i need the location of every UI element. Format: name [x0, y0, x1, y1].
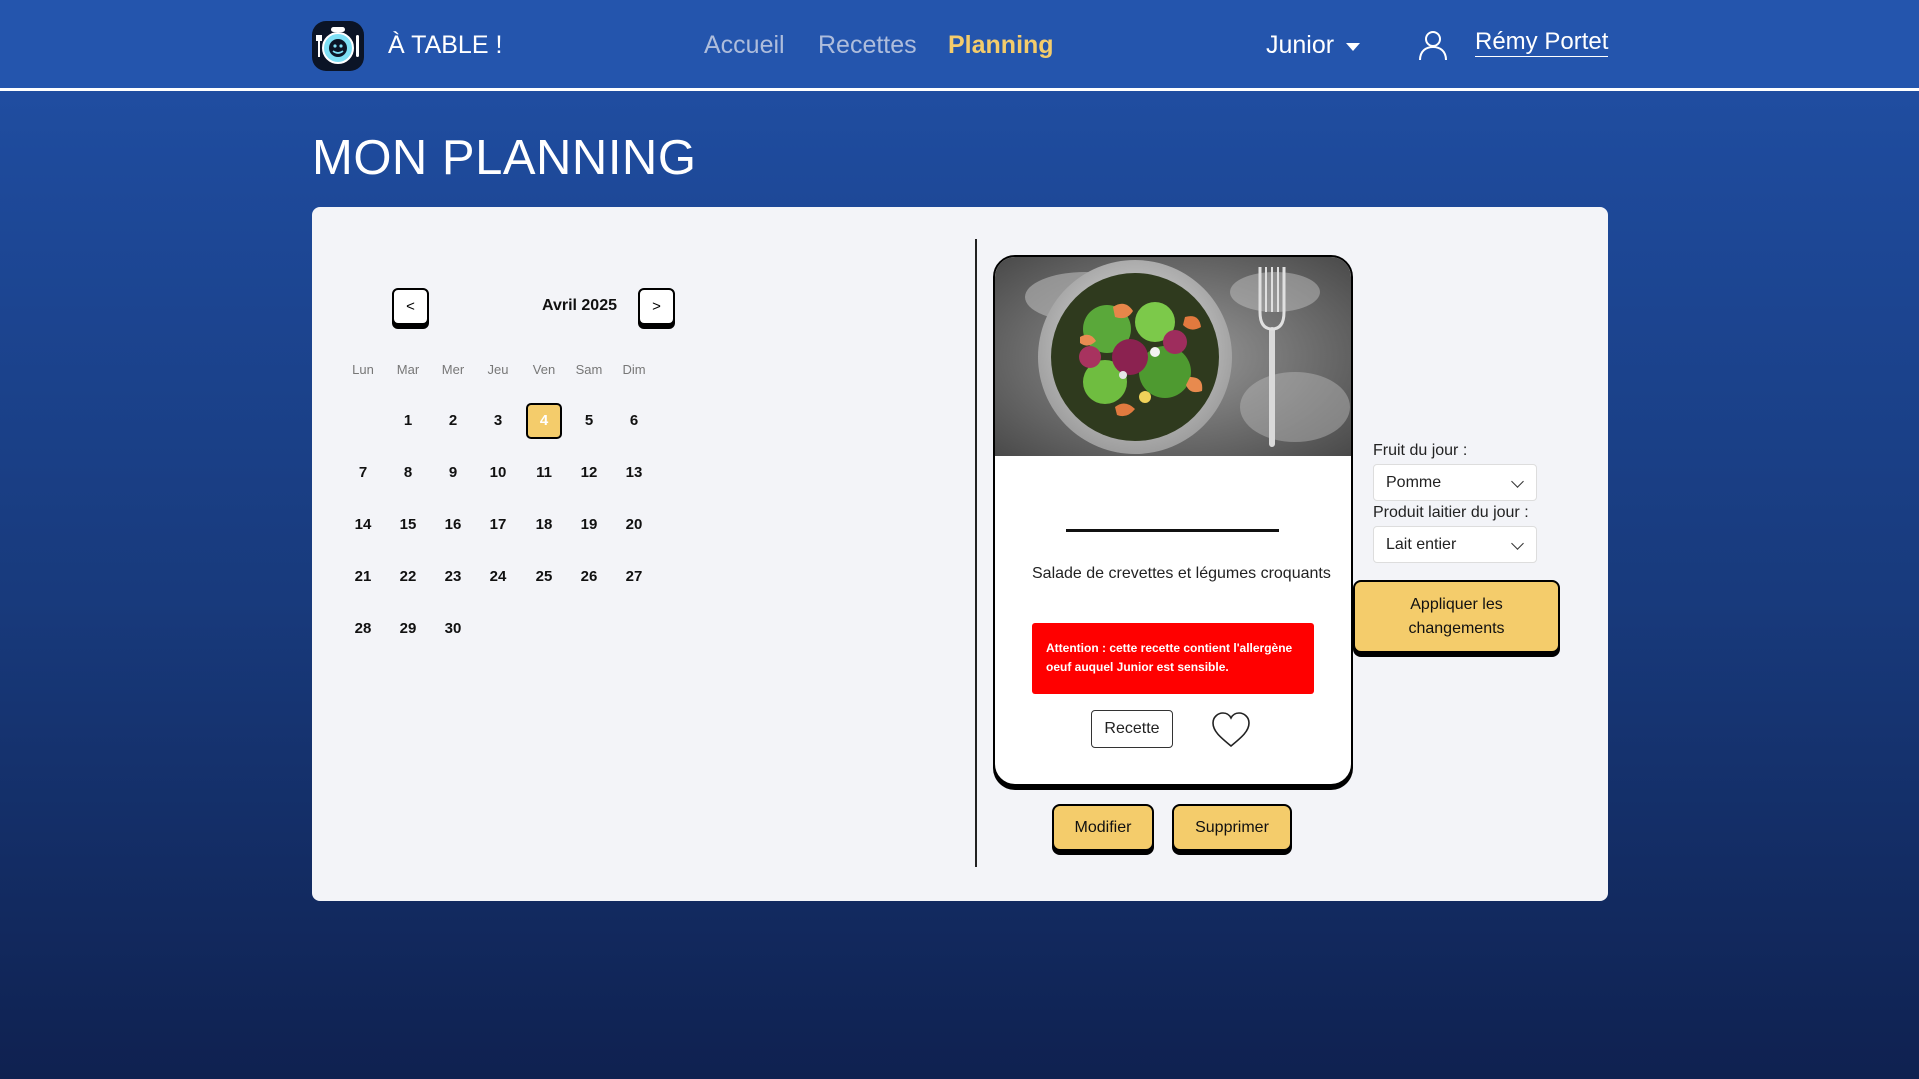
plate-logo-icon: [316, 27, 359, 64]
calendar-day[interactable]: 29: [390, 611, 426, 647]
modify-button[interactable]: Modifier: [1052, 804, 1154, 851]
weekday-label: Dim: [622, 362, 646, 377]
page-title: MON PLANNING: [312, 131, 697, 185]
prev-month-button[interactable]: <: [392, 288, 429, 325]
profile-name: Junior: [1266, 31, 1335, 59]
weekday-label: Ven: [532, 362, 556, 377]
calendar-day[interactable]: 14: [345, 507, 381, 543]
heart-icon[interactable]: [1210, 711, 1252, 749]
weekday-label: Jeu: [487, 362, 509, 377]
brand-name[interactable]: À TABLE !: [388, 31, 502, 60]
calendar-day[interactable]: 13: [616, 455, 652, 491]
app-logo[interactable]: [312, 21, 364, 71]
navbar: À TABLE ! Accueil Recettes Planning Juni…: [0, 0, 1919, 91]
nav-accueil[interactable]: Accueil: [704, 31, 785, 60]
recipe-image: [995, 257, 1351, 456]
calendar-day[interactable]: 26: [571, 559, 607, 595]
calendar-day[interactable]: 11: [526, 455, 562, 491]
calendar-day[interactable]: 15: [390, 507, 426, 543]
user-icon[interactable]: [1417, 29, 1449, 61]
fruit-label: Fruit du jour :: [1373, 442, 1468, 459]
weekday-label: Mer: [441, 362, 465, 377]
dairy-select-value: Lait entier: [1386, 536, 1457, 553]
delete-button[interactable]: Supprimer: [1172, 804, 1292, 851]
calendar-day[interactable]: 5: [571, 403, 607, 439]
chevron-down-icon: [1511, 537, 1524, 550]
calendar-day[interactable]: 8: [390, 455, 426, 491]
weekday-label: Sam: [575, 362, 603, 377]
card-title-separator: [1066, 529, 1279, 532]
user-name-link[interactable]: Rémy Portet: [1475, 28, 1609, 57]
apply-changes-button[interactable]: Appliquer les changements: [1353, 580, 1560, 653]
calendar-day[interactable]: 21: [345, 559, 381, 595]
calendar-day[interactable]: 28: [345, 611, 381, 647]
recipe-card: Salade de crevettes et légumes croquants…: [993, 255, 1353, 786]
calendar-day[interactable]: 6: [616, 403, 652, 439]
calendar-day[interactable]: 10: [480, 455, 516, 491]
nav-recettes[interactable]: Recettes: [818, 31, 917, 60]
calendar-day[interactable]: 24: [480, 559, 516, 595]
calendar-day[interactable]: 22: [390, 559, 426, 595]
recipe-button[interactable]: Recette: [1091, 710, 1173, 748]
calendar-day[interactable]: 16: [435, 507, 471, 543]
calendar-day[interactable]: 17: [480, 507, 516, 543]
fruit-select-value: Pomme: [1386, 474, 1442, 491]
caret-down-icon: [1346, 42, 1361, 51]
chevron-down-icon: [1511, 475, 1524, 488]
recipe-title: Salade de crevettes et légumes croquants: [1032, 565, 1331, 582]
dairy-label: Produit laitier du jour :: [1373, 504, 1529, 521]
planning-panel: < Avril 2025 > Lun Mar Mer Jeu Ven Sam Dim 123…: [312, 207, 1608, 901]
calendar-day[interactable]: 1: [390, 403, 426, 439]
vertical-divider: [975, 239, 977, 867]
calendar-day[interactable]: 3: [480, 403, 516, 439]
calendar-day[interactable]: 12: [571, 455, 607, 491]
calendar-day[interactable]: 23: [435, 559, 471, 595]
calendar-day[interactable]: 7: [345, 455, 381, 491]
calendar-day[interactable]: 2: [435, 403, 471, 439]
profile-dropdown[interactable]: Junior: [1266, 31, 1361, 60]
calendar-day[interactable]: 19: [571, 507, 607, 543]
fruit-select[interactable]: Pomme: [1373, 464, 1537, 501]
dairy-select[interactable]: Lait entier: [1373, 526, 1537, 563]
calendar-day[interactable]: 18: [526, 507, 562, 543]
calendar-day[interactable]: 25: [526, 559, 562, 595]
calendar-day[interactable]: 27: [616, 559, 652, 595]
calendar-day[interactable]: 9: [435, 455, 471, 491]
weekday-label: Mar: [396, 362, 420, 377]
weekday-label: Lun: [352, 362, 374, 377]
calendar-day-selected[interactable]: 4: [526, 403, 562, 439]
calendar-day[interactable]: 30: [435, 611, 471, 647]
calendar-day[interactable]: 20: [616, 507, 652, 543]
nav-planning[interactable]: Planning: [948, 31, 1054, 60]
next-month-button[interactable]: >: [638, 288, 675, 325]
allergen-alert: Attention : cette recette contient l'all…: [1032, 623, 1314, 694]
